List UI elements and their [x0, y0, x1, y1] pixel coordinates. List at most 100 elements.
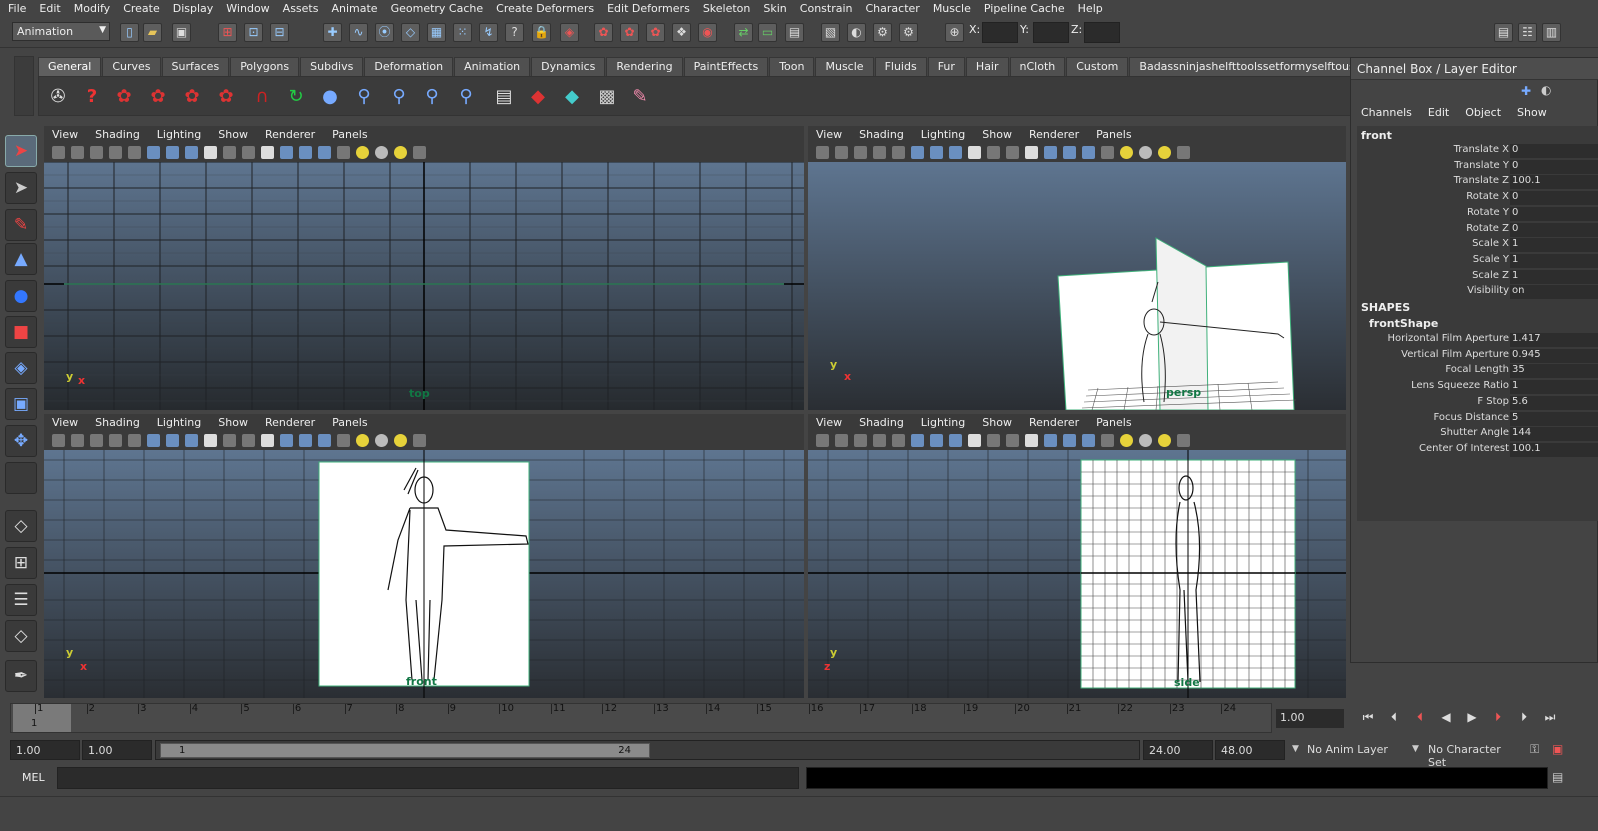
- channel-box-toggle-icon[interactable]: ▥: [1542, 23, 1561, 42]
- channel-row[interactable]: Rotate Y0: [1357, 206, 1598, 222]
- menu-muscle[interactable]: Muscle: [933, 2, 971, 15]
- shadows-icon[interactable]: [394, 145, 407, 159]
- snap-live-icon[interactable]: ▦: [427, 23, 446, 42]
- shaded-cube-icon[interactable]: [1063, 145, 1076, 159]
- graph-layout-icon[interactable]: ◇: [5, 620, 37, 652]
- shelf-tab-badassninjashelfttoolssetformyselftouse[interactable]: Badassninjashelfttoolssetformyselftouse: [1129, 57, 1372, 76]
- construction-history-icon[interactable]: ◈: [560, 23, 579, 42]
- wireframe-icon[interactable]: [911, 145, 924, 159]
- menu-geometry-cache[interactable]: Geometry Cache: [391, 2, 484, 15]
- channel-value[interactable]: 0.945: [1510, 348, 1598, 363]
- animation-end-field[interactable]: 48.00: [1215, 740, 1285, 760]
- shelf-tab-surfaces[interactable]: Surfaces: [161, 57, 230, 76]
- textured-cube-icon[interactable]: [318, 145, 331, 159]
- camera-attr-icon[interactable]: [71, 433, 84, 447]
- select-hierarchy-icon[interactable]: ⊞: [218, 23, 237, 42]
- panel-menu-renderer[interactable]: Renderer: [265, 416, 315, 429]
- cb-menu-edit[interactable]: Edit: [1428, 106, 1449, 119]
- transform-field-icon[interactable]: ⊕: [945, 23, 964, 42]
- soft-mod-tool-icon[interactable]: ▣: [5, 388, 37, 420]
- shadows-icon[interactable]: [394, 433, 407, 447]
- mel-label[interactable]: MEL: [22, 771, 45, 784]
- shelf-tab-muscle[interactable]: Muscle: [815, 57, 874, 76]
- viewport-persp[interactable]: y x persp: [808, 162, 1346, 410]
- cb-menu-show[interactable]: Show: [1517, 106, 1547, 119]
- textured-cube-icon[interactable]: [318, 433, 331, 447]
- y-field[interactable]: [1033, 22, 1069, 43]
- isolate-select-icon[interactable]: [413, 145, 426, 159]
- ik-spline-icon[interactable]: ⚲: [417, 82, 447, 112]
- menu-skin[interactable]: Skin: [763, 2, 786, 15]
- empty-tool-slot[interactable]: [5, 462, 37, 494]
- anim-layer-chevron-icon[interactable]: ▼: [1292, 744, 1299, 754]
- bind-skin-icon[interactable]: ⚲: [451, 82, 481, 112]
- camera-icon[interactable]: [52, 433, 65, 447]
- channel-value[interactable]: on: [1510, 285, 1598, 300]
- attribute-editor-icon[interactable]: ▤: [1494, 23, 1513, 42]
- channel-value[interactable]: 0: [1510, 159, 1598, 174]
- panel-menu-panels[interactable]: Panels: [1096, 416, 1131, 429]
- menu-set-dropdown[interactable]: Animation ▼: [12, 22, 110, 41]
- snap-curve-icon[interactable]: ∿: [349, 23, 368, 42]
- step-back-key-icon[interactable]: ⏴: [1410, 710, 1430, 728]
- rotate-tool-icon[interactable]: ●: [5, 280, 37, 312]
- shelf-tab-animation[interactable]: Animation: [454, 57, 531, 76]
- panel-menu-view[interactable]: View: [52, 128, 78, 141]
- channel-value[interactable]: 1: [1510, 380, 1598, 395]
- film-reel-icon[interactable]: ✇: [43, 82, 73, 112]
- layer-icon[interactable]: ✚: [1521, 84, 1531, 98]
- camera-icon[interactable]: [52, 145, 65, 159]
- smooth-shade-icon[interactable]: [930, 145, 943, 159]
- camera-icon[interactable]: [816, 433, 829, 447]
- shaded-cube-icon[interactable]: [299, 433, 312, 447]
- menu-create[interactable]: Create: [123, 2, 160, 15]
- snap-grid-icon[interactable]: ✚: [323, 23, 342, 42]
- help-icon[interactable]: ?: [77, 82, 107, 112]
- channel-row[interactable]: Translate X0: [1357, 144, 1598, 159]
- shelf-tab-painteffects[interactable]: PaintEffects: [683, 57, 769, 76]
- channel-value[interactable]: 0: [1510, 206, 1598, 221]
- texture-icon[interactable]: [185, 145, 198, 159]
- default-light-icon[interactable]: [1120, 433, 1133, 447]
- range-slider-bar[interactable]: 1 24: [160, 743, 650, 758]
- wireframe-icon[interactable]: [147, 145, 160, 159]
- input-output-icon[interactable]: ⇄: [734, 23, 753, 42]
- shelf-tab-polygons[interactable]: Polygons: [230, 57, 300, 76]
- shelf-tab-subdivs[interactable]: Subdivs: [300, 57, 364, 76]
- channel-row[interactable]: Horizontal Film Aperture 1.417: [1357, 333, 1598, 348]
- panel-menu-lighting[interactable]: Lighting: [921, 416, 965, 429]
- graph-editor-icon[interactable]: ▤: [489, 82, 519, 112]
- channel-row[interactable]: Focus Distance 5: [1357, 411, 1598, 427]
- xray-icon[interactable]: [987, 145, 1000, 159]
- render-current-icon[interactable]: ✿: [594, 23, 613, 42]
- panel-menu-shading[interactable]: Shading: [95, 128, 140, 141]
- shelf-tab-dynamics[interactable]: Dynamics: [531, 57, 606, 76]
- isolate-select-icon[interactable]: [1177, 433, 1190, 447]
- channel-value[interactable]: 0: [1510, 144, 1598, 158]
- camera-attr-icon[interactable]: [835, 145, 848, 159]
- snap-vertex-icon[interactable]: ⁙: [453, 23, 472, 42]
- text-icon[interactable]: [261, 433, 274, 447]
- character-set-chevron-icon[interactable]: ▼: [1412, 744, 1419, 754]
- wireframe-icon[interactable]: [147, 433, 160, 447]
- manipulator-tool-icon[interactable]: ◈: [5, 352, 37, 384]
- cube-icon[interactable]: [280, 145, 293, 159]
- viewport-front[interactable]: y x front: [44, 450, 804, 698]
- panel-menu-show[interactable]: Show: [982, 416, 1012, 429]
- checker-icon[interactable]: [337, 145, 350, 159]
- quill-layout-icon[interactable]: ✒: [5, 660, 37, 692]
- script-editor-icon[interactable]: ▤: [1552, 770, 1563, 784]
- textured-cube-icon[interactable]: [1082, 433, 1095, 447]
- shelf-tab-general[interactable]: General: [38, 57, 102, 76]
- panel-menu-shading[interactable]: Shading: [859, 416, 904, 429]
- scale-tool-icon[interactable]: ■: [5, 316, 37, 348]
- menu-pipeline-cache[interactable]: Pipeline Cache: [984, 2, 1065, 15]
- anim-layer-dropdown[interactable]: No Anim Layer: [1303, 740, 1403, 760]
- menu-display[interactable]: Display: [173, 2, 214, 15]
- default-light-icon[interactable]: [1120, 145, 1133, 159]
- channel-row[interactable]: Scale Y1: [1357, 253, 1598, 269]
- channel-value[interactable]: 0: [1510, 191, 1598, 206]
- channel-row[interactable]: Focal Length 35: [1357, 364, 1598, 379]
- cube-teal-icon[interactable]: ◆: [557, 82, 587, 112]
- render-settings-icon[interactable]: ✿: [646, 23, 665, 42]
